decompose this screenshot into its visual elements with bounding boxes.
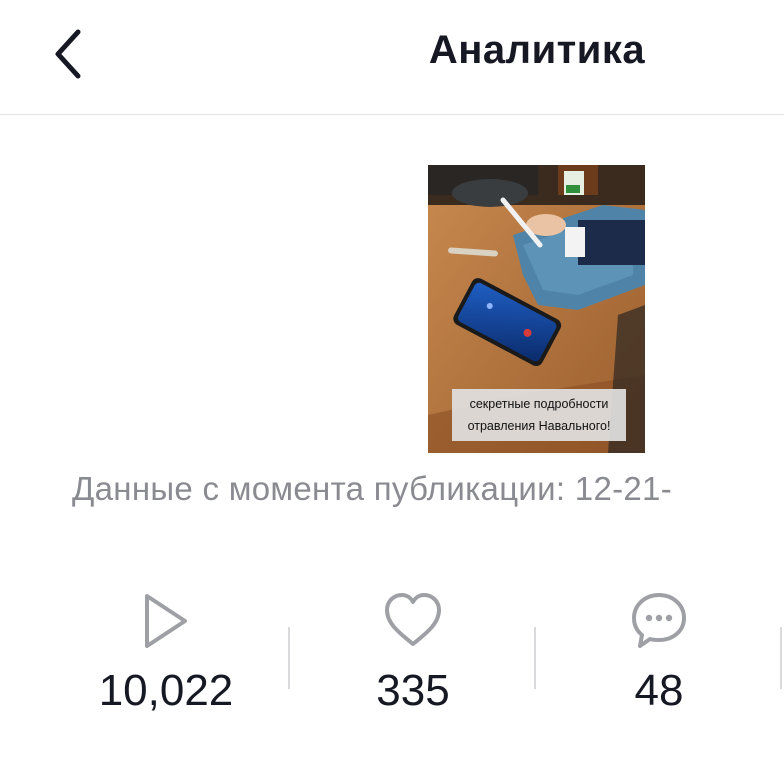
metric-views-value: 10,022 (98, 666, 234, 715)
comment-icon (632, 593, 686, 648)
publication-date-text: Данные с момента публикации: 12-21- (72, 470, 672, 507)
caption-line-2: отравления Навального! (467, 419, 611, 433)
metric-divider (288, 627, 290, 689)
video-thumbnail[interactable]: секретные подробности отравления Навальн… (428, 165, 645, 453)
play-icon (145, 594, 187, 648)
page-title: Аналитика (428, 28, 646, 72)
metric-divider (780, 627, 782, 689)
caption-line-1: секретные подробности (469, 397, 609, 411)
video-caption: секретные подробности отравления Навальн… (452, 389, 626, 441)
heart-icon (385, 593, 441, 646)
metric-comments[interactable]: 48 (539, 590, 779, 730)
metric-views[interactable]: 10,022 (46, 590, 286, 730)
metric-divider (534, 627, 536, 689)
metric-likes[interactable]: 335 (293, 590, 533, 730)
metric-comments-value: 48 (634, 666, 684, 715)
metric-likes-value: 335 (376, 666, 450, 715)
app-header: Аналитика (0, 0, 784, 115)
